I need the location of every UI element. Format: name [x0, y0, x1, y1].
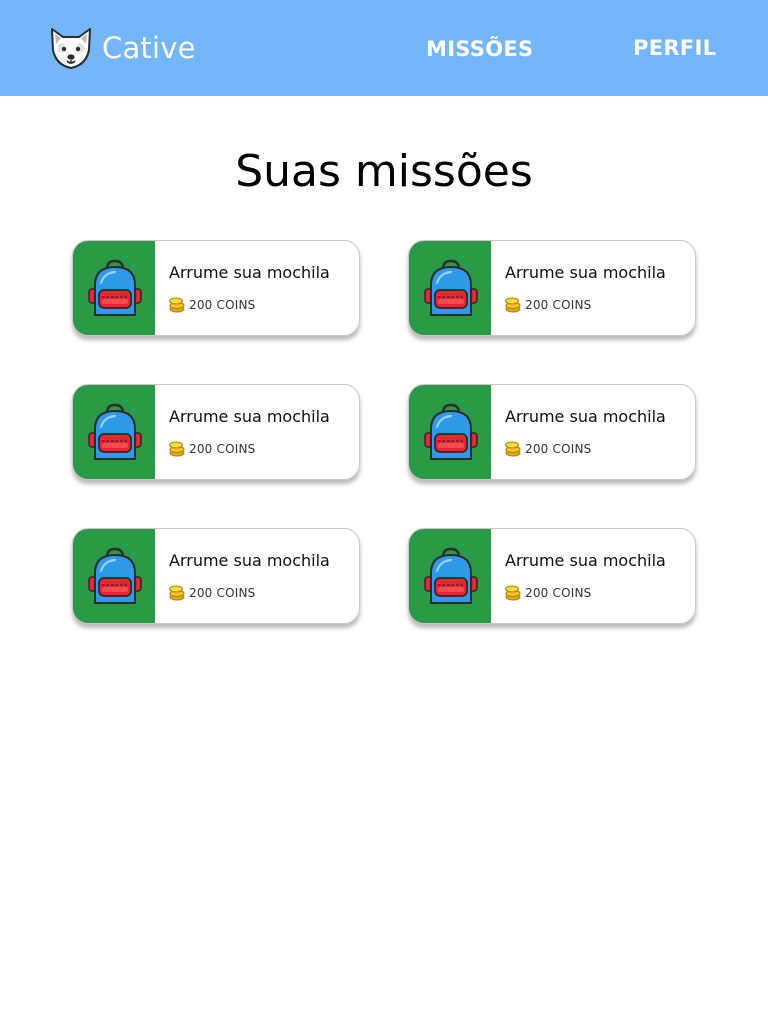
- mission-title: Arrume sua mochila: [505, 551, 666, 570]
- mission-reward: 200 COINS: [168, 584, 255, 601]
- backpack-icon: [424, 403, 478, 460]
- mission-card[interactable]: Arrume sua mochila 200 COINS: [408, 384, 696, 480]
- brand-name: Cative: [102, 31, 196, 65]
- dog-face-icon: [51, 28, 91, 69]
- page-title: Suas missões: [235, 146, 533, 197]
- mission-icon-panel: [409, 529, 491, 623]
- reward-label: 200 COINS: [525, 585, 592, 600]
- reward-label: 200 COINS: [189, 297, 256, 312]
- reward-label: 200 COINS: [525, 441, 592, 456]
- mission-card[interactable]: Arrume sua mochila 200 COINS: [72, 240, 360, 336]
- backpack-icon: [88, 403, 142, 460]
- coins-icon: [505, 297, 521, 313]
- backpack-icon: [424, 259, 478, 316]
- mission-title: Arrume sua mochila: [505, 407, 666, 426]
- nav-missions-link[interactable]: MISSÕES: [426, 34, 533, 64]
- coins-icon: [505, 441, 521, 457]
- mission-title: Arrume sua mochila: [169, 407, 330, 426]
- reward-label: 200 COINS: [189, 441, 256, 456]
- mission-card[interactable]: Arrume sua mochila 200 COINS: [408, 240, 696, 336]
- mission-card[interactable]: Arrume sua mochila 200 COINS: [72, 384, 360, 480]
- mission-title: Arrume sua mochila: [169, 263, 330, 282]
- coins-icon: [169, 585, 185, 601]
- coins-icon: [169, 441, 185, 457]
- mission-icon-panel: [73, 385, 155, 479]
- mission-icon-panel: [73, 241, 155, 335]
- mission-reward: 200 COINS: [504, 296, 591, 313]
- brand-home-link[interactable]: Cative: [48, 26, 196, 70]
- backpack-icon: [88, 547, 142, 604]
- mission-icon-panel: [409, 385, 491, 479]
- mission-icon-panel: [73, 529, 155, 623]
- coins-icon: [505, 585, 521, 601]
- mission-title: Arrume sua mochila: [169, 551, 330, 570]
- reward-label: 200 COINS: [525, 297, 592, 312]
- backpack-icon: [88, 259, 142, 316]
- reward-label: 200 COINS: [189, 585, 256, 600]
- nav-profile-link[interactable]: PERFIL: [633, 33, 716, 63]
- app-header: Cative MISSÕES PERFIL: [0, 0, 768, 96]
- mission-reward: 200 COINS: [168, 296, 255, 313]
- mission-card[interactable]: Arrume sua mochila 200 COINS: [72, 528, 360, 624]
- mission-reward: 200 COINS: [504, 440, 591, 457]
- mission-card[interactable]: Arrume sua mochila 200 COINS: [408, 528, 696, 624]
- mission-reward: 200 COINS: [168, 440, 255, 457]
- mission-reward: 200 COINS: [504, 584, 591, 601]
- backpack-icon: [424, 547, 478, 604]
- mission-icon-panel: [409, 241, 491, 335]
- coins-icon: [169, 297, 185, 313]
- mission-title: Arrume sua mochila: [505, 263, 666, 282]
